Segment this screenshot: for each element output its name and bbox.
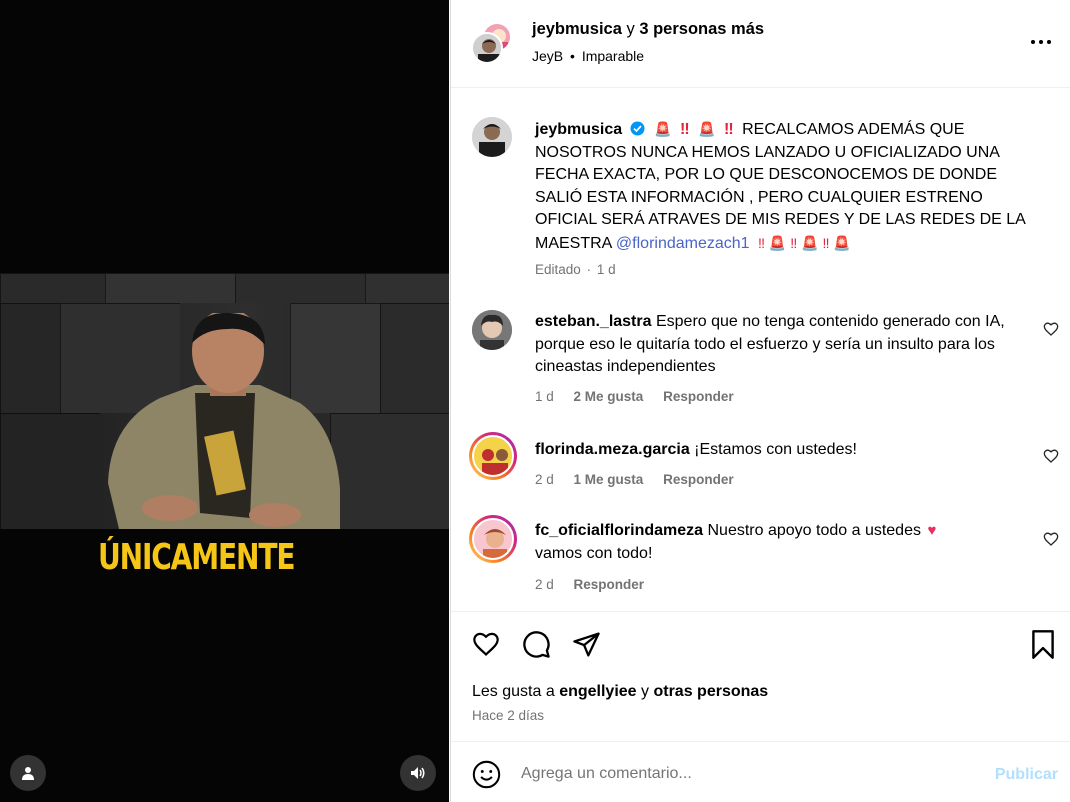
comment-item: florinda.meza.garcia ¡Estamos con ustede… — [451, 428, 1070, 508]
post-date[interactable]: Hace 2 días — [472, 708, 544, 723]
likes-prefix: Les gusta a — [472, 683, 555, 700]
likes-user[interactable]: engellyiee — [559, 683, 636, 700]
share-button[interactable] — [572, 630, 601, 659]
likes-connector: y — [641, 683, 650, 700]
siren-emoji-icon: 🚨 — [654, 121, 672, 137]
comment-bubble-icon — [523, 631, 550, 658]
emoji-sequence-icon: ‼ 🚨 ‼ 🚨 ‼ 🚨 — [758, 234, 851, 251]
edited-label: Editado — [535, 262, 581, 277]
comment-time[interactable]: 2 d — [535, 577, 554, 592]
comment-username[interactable]: esteban._lastra — [535, 313, 652, 330]
audio-separator: • — [570, 48, 575, 64]
like-comment-button[interactable] — [1043, 448, 1059, 464]
comment-time[interactable]: 2 d — [535, 472, 554, 487]
caption-username[interactable]: jeybmusica — [535, 121, 622, 138]
comment-likes[interactable]: 1 Me gusta — [574, 472, 644, 487]
caption-text: RECALCAMOS ADEMÁS QUE NOSOTROS NUNCA HEM… — [535, 121, 1025, 252]
heart-emoji-icon: ♥ — [927, 522, 937, 539]
likes-others[interactable]: otras personas — [653, 683, 768, 700]
bookmark-icon — [1032, 630, 1054, 659]
video-caption: ÚNICAMENTE — [98, 537, 296, 578]
like-button[interactable] — [471, 630, 501, 658]
post-header: jeybmusica y 3 personas más JeyB • Impar… — [451, 0, 1070, 88]
like-comment-button[interactable] — [1043, 321, 1059, 337]
audio-toggle-button[interactable] — [400, 755, 436, 791]
caption-avatar[interactable] — [472, 117, 512, 157]
heart-icon — [473, 632, 499, 657]
comment-input[interactable] — [521, 762, 941, 786]
user-icon — [22, 767, 34, 780]
publish-button[interactable]: Publicar — [995, 766, 1058, 784]
heart-icon — [1043, 532, 1059, 546]
header-connector: y — [626, 20, 635, 38]
header-username[interactable]: jeybmusica — [532, 20, 622, 38]
ellipsis-icon — [1031, 40, 1051, 44]
heart-icon — [1043, 449, 1059, 463]
more-options-button[interactable] — [1029, 32, 1053, 52]
comment-item: esteban._lastra Espero que no tenga cont… — [451, 300, 1070, 420]
caption-time[interactable]: 1 d — [597, 262, 616, 277]
smiley-icon — [472, 760, 501, 789]
exclamation-emoji-icon: ‼ — [723, 121, 734, 138]
comment-text: ¡Estamos con ustedes! — [694, 441, 857, 458]
comment-time[interactable]: 1 d — [535, 389, 554, 404]
collab-avatar-front[interactable] — [471, 32, 503, 64]
comment-username[interactable]: florinda.meza.garcia — [535, 441, 690, 458]
commenter-avatar[interactable] — [472, 310, 512, 350]
tagged-users-button[interactable] — [10, 755, 46, 791]
comment-likes[interactable]: 2 Me gusta — [574, 389, 644, 404]
post-caption: jeybmusica 🚨 ‼ 🚨 ‼ RECALCAMOS ADEMÁS QUE… — [451, 88, 1070, 288]
comment-item: fc_oficialflorindameza Nuestro apoyo tod… — [451, 510, 1070, 610]
paper-plane-icon — [573, 632, 600, 657]
emoji-picker-button[interactable] — [472, 760, 501, 789]
video-frame — [0, 273, 449, 529]
comment-username[interactable]: fc_oficialflorindameza — [535, 522, 703, 539]
meta-dot: · — [586, 262, 592, 277]
reply-button[interactable]: Responder — [574, 577, 645, 592]
verified-badge-icon — [630, 121, 645, 136]
comment-text-line2: vamos con todo! — [535, 544, 653, 562]
save-button[interactable] — [1031, 630, 1055, 659]
post-panel: jeybmusica y 3 personas más JeyB • Impar… — [450, 0, 1070, 802]
audio-artist[interactable]: JeyB — [532, 48, 563, 64]
audio-title[interactable]: Imparable — [582, 48, 644, 64]
commenter-avatar[interactable] — [469, 432, 517, 480]
like-comment-button[interactable] — [1043, 531, 1059, 547]
reply-button[interactable]: Responder — [663, 389, 734, 404]
post-actions: Les gusta a engellyiee y otras personas … — [451, 611, 1070, 741]
comment-text: Nuestro apoyo todo a ustedes — [707, 522, 921, 539]
speaker-icon — [411, 767, 425, 779]
video-player[interactable]: ÚNICAMENTE — [0, 0, 449, 802]
caption-mention[interactable]: @florindamezach1 — [616, 235, 750, 252]
commenter-avatar[interactable] — [469, 515, 517, 563]
reply-button[interactable]: Responder — [663, 472, 734, 487]
comment-button[interactable] — [522, 630, 551, 659]
header-others[interactable]: 3 personas más — [639, 20, 764, 38]
comment-composer: Publicar — [451, 741, 1070, 802]
siren-emoji-icon: 🚨 — [698, 121, 716, 137]
heart-icon — [1043, 322, 1059, 336]
speaker-figure — [100, 313, 350, 529]
exclamation-emoji-icon: ‼ — [679, 121, 690, 138]
